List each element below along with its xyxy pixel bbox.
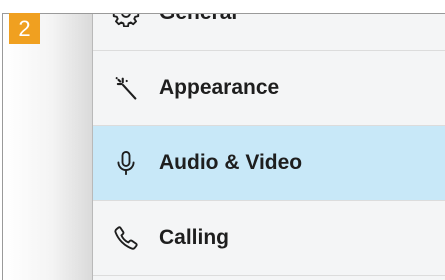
settings-window: General Appearance xyxy=(2,13,445,280)
menu-item-appearance[interactable]: Appearance xyxy=(93,51,445,126)
left-pane xyxy=(3,14,92,280)
gear-icon xyxy=(112,14,140,27)
menu-item-audio-video[interactable]: Audio & Video xyxy=(93,126,445,201)
menu-item-label: Audio & Video xyxy=(159,151,303,174)
settings-menu: General Appearance xyxy=(92,14,445,280)
phone-icon xyxy=(112,224,140,252)
menu-item-general[interactable]: General xyxy=(93,14,445,51)
magic-wand-icon xyxy=(112,74,140,102)
menu-item-label: Appearance xyxy=(159,76,280,99)
menu-item-calling[interactable]: Calling xyxy=(93,201,445,276)
step-number-badge: 2 xyxy=(9,13,40,44)
microphone-icon xyxy=(112,149,140,177)
menu-item-label: General xyxy=(159,14,237,25)
menu-item-label: Calling xyxy=(159,226,230,249)
